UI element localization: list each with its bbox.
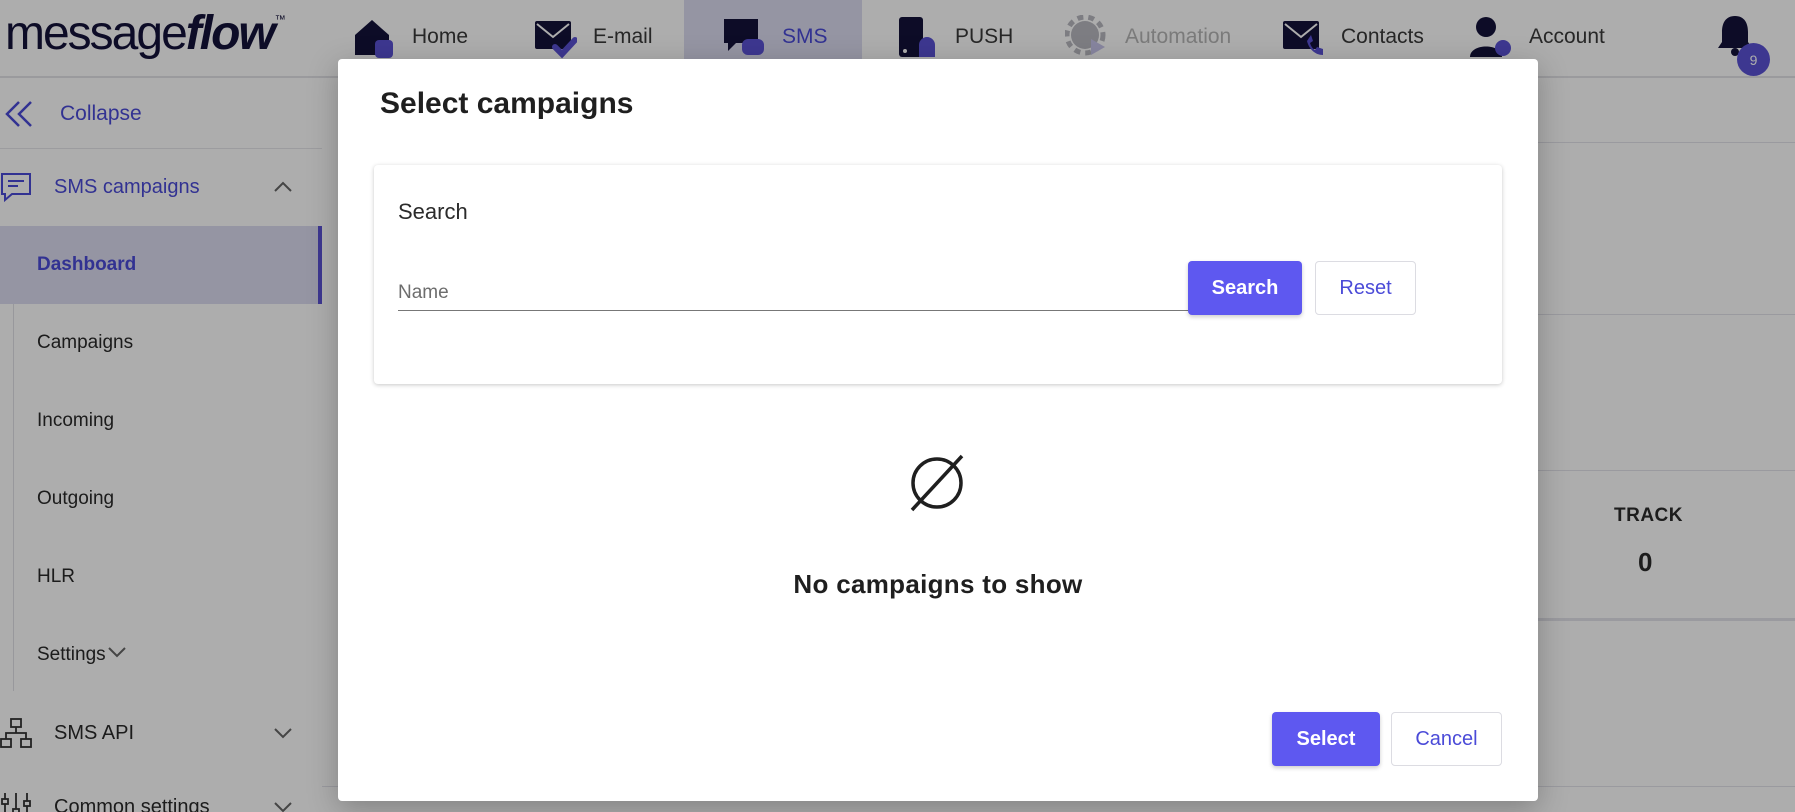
search-button[interactable]: Search: [1188, 261, 1302, 315]
search-heading: Search: [398, 199, 468, 224]
empty-state-message: No campaigns to show: [793, 569, 1083, 599]
empty-set-icon: [906, 452, 968, 514]
reset-button[interactable]: Reset: [1315, 261, 1416, 315]
name-search-input[interactable]: [398, 267, 1228, 311]
search-panel: Search Search Reset: [374, 165, 1502, 384]
dialog-title: Select campaigns: [380, 87, 634, 120]
select-button[interactable]: Select: [1272, 712, 1380, 766]
select-campaigns-dialog: Select campaigns Search Search Reset No …: [338, 59, 1538, 801]
cancel-button[interactable]: Cancel: [1391, 712, 1502, 766]
